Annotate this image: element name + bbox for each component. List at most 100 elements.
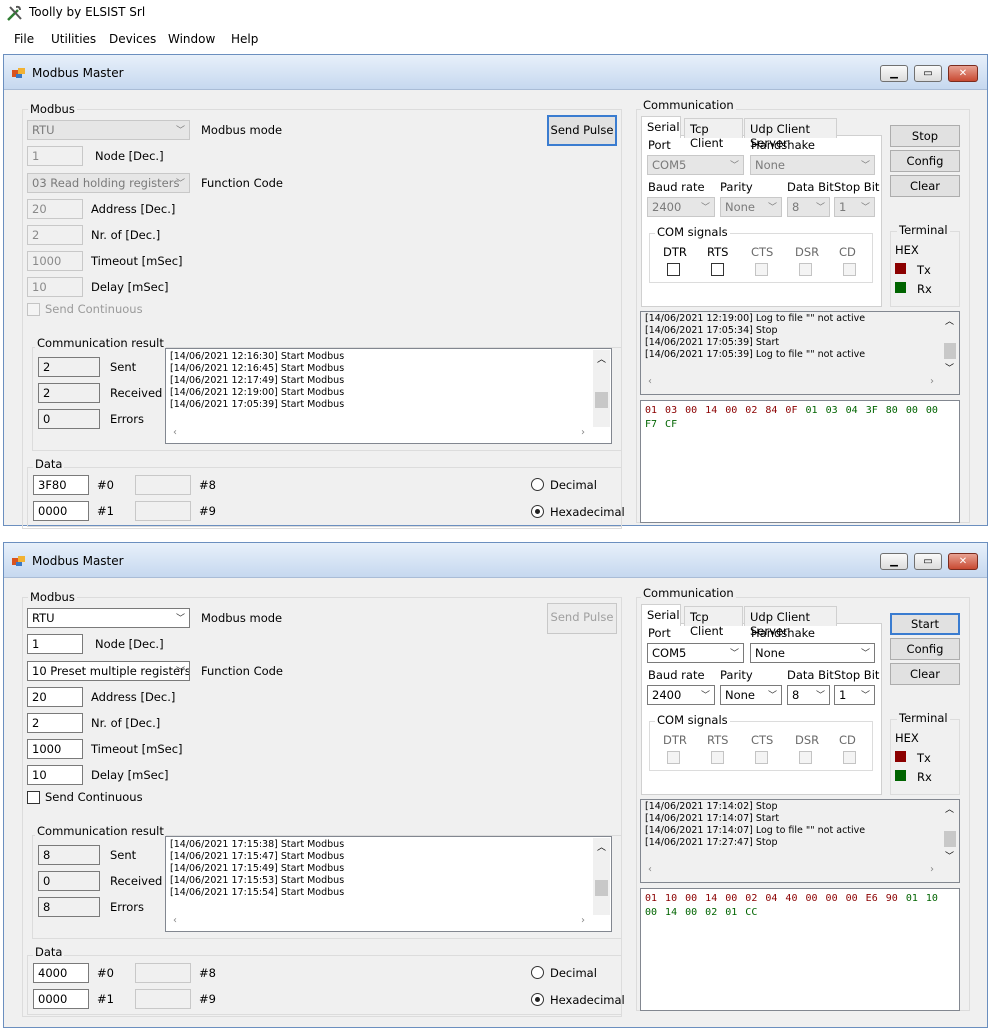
stopbit-select[interactable]: 1 ﹀ [834, 685, 875, 705]
signal-checkbox-dsr[interactable] [799, 751, 812, 764]
start-stop-button[interactable]: Start [890, 613, 960, 635]
minimize-button[interactable]: ▁ [880, 65, 908, 82]
comm-log-hscroll[interactable]: ‹ › [642, 863, 942, 879]
signal-checkbox-dsr[interactable] [799, 263, 812, 276]
maximize-button[interactable]: ▭ [914, 553, 942, 570]
tab-serial[interactable]: Serial [641, 116, 681, 138]
tab-udp-client-server[interactable]: Udp Client Server [744, 118, 837, 150]
delay-input[interactable]: 10 [27, 277, 83, 297]
send-pulse-button[interactable]: Send Pulse [547, 603, 617, 634]
menu-utilities[interactable]: Utilities [51, 32, 96, 46]
data-1-input[interactable]: 0000 [33, 989, 89, 1009]
baud-select[interactable]: 2400 ﹀ [647, 685, 715, 705]
config-button[interactable]: Config [890, 638, 960, 660]
send-continuous-checkbox[interactable] [27, 791, 40, 804]
tab-tcp-client[interactable]: Tcp Client [684, 606, 743, 638]
modbus-log-vscroll[interactable]: ︿ [593, 838, 610, 915]
hex-terminal[interactable]: 01 10 00 14 00 02 04 40 00 00 00 E6 90 0… [640, 888, 960, 1011]
scroll-thumb[interactable] [944, 831, 956, 847]
log-line: [14/06/2021 12:19:00] Log to file "" not… [645, 313, 866, 324]
signal-checkbox-rts[interactable] [711, 263, 724, 276]
close-button[interactable]: ✕ [948, 553, 978, 570]
function-code-select[interactable]: 03 Read holding registers ﹀ [27, 173, 190, 193]
timeout-input[interactable]: 1000 [27, 739, 83, 759]
comm-log-vscroll[interactable]: ︿ ﹀ [942, 313, 958, 375]
data-9-input[interactable] [135, 989, 191, 1009]
hexadecimal-radio[interactable] [531, 505, 544, 518]
signal-checkbox-cts[interactable] [755, 263, 768, 276]
menu-window[interactable]: Window [168, 32, 215, 46]
scroll-thumb[interactable] [595, 392, 608, 408]
send-pulse-button[interactable]: Send Pulse [547, 115, 617, 146]
port-select[interactable]: COM5 ﹀ [647, 643, 744, 663]
received-label: Received [110, 874, 163, 888]
nr-input[interactable]: 2 [27, 225, 83, 245]
clear-button[interactable]: Clear [890, 175, 960, 197]
modbus-mode-select[interactable]: RTU ﹀ [27, 120, 190, 140]
modbus-log-hscroll[interactable]: ‹ › [167, 427, 610, 442]
stopbit-select[interactable]: 1 ﹀ [834, 197, 875, 217]
parity-select[interactable]: None ﹀ [720, 197, 782, 217]
tab-serial[interactable]: Serial [641, 604, 681, 626]
config-button[interactable]: Config [890, 150, 960, 172]
nr-input[interactable]: 2 [27, 713, 83, 733]
start-stop-button[interactable]: Stop [890, 125, 960, 147]
comm-log-hscroll[interactable]: ‹ › [642, 375, 942, 391]
data-9-input[interactable] [135, 501, 191, 521]
tab-tcp-client[interactable]: Tcp Client [684, 118, 743, 150]
node-input[interactable]: 1 [27, 634, 83, 654]
scroll-down-icon: ﹀ [945, 364, 955, 374]
scroll-thumb[interactable] [944, 343, 956, 359]
menu-help[interactable]: Help [231, 32, 258, 46]
menu-file[interactable]: File [14, 32, 34, 46]
signal-checkbox-dtr[interactable] [667, 263, 680, 276]
scroll-left-icon: ‹ [173, 427, 177, 438]
scroll-thumb[interactable] [595, 880, 608, 896]
modbus-log-hscroll[interactable]: ‹ › [167, 915, 610, 930]
minimize-button[interactable]: ▁ [880, 553, 908, 570]
send-continuous-label: Send Continuous [45, 302, 143, 316]
delay-input[interactable]: 10 [27, 765, 83, 785]
hexadecimal-radio[interactable] [531, 993, 544, 1006]
data-1-input[interactable]: 0000 [33, 501, 89, 521]
data-8-input[interactable] [135, 475, 191, 495]
data-0-input[interactable]: 4000 [33, 963, 89, 983]
com-signals-label: COM signals [655, 713, 730, 727]
menu-devices[interactable]: Devices [109, 32, 156, 46]
maximize-button[interactable]: ▭ [914, 65, 942, 82]
window-app-icon [12, 556, 25, 566]
decimal-radio[interactable] [531, 478, 544, 491]
close-button[interactable]: ✕ [948, 65, 978, 82]
address-input[interactable]: 20 [27, 199, 83, 219]
address-input[interactable]: 20 [27, 687, 83, 707]
signal-checkbox-cd[interactable] [843, 263, 856, 276]
data-8-input[interactable] [135, 963, 191, 983]
tab-udp-client-server[interactable]: Udp Client Server [744, 606, 837, 638]
node-input[interactable]: 1 [27, 146, 83, 166]
modbus-log-vscroll[interactable]: ︿ [593, 350, 610, 427]
handshake-select[interactable]: None ﹀ [750, 643, 875, 663]
data-0-input[interactable]: 3F80 [33, 475, 89, 495]
scroll-up-icon: ︿ [597, 843, 607, 853]
timeout-input[interactable]: 1000 [27, 251, 83, 271]
baud-select[interactable]: 2400 ﹀ [647, 197, 715, 217]
signal-checkbox-cd[interactable] [843, 751, 856, 764]
send-continuous-checkbox[interactable] [27, 303, 40, 316]
port-select[interactable]: COM5 ﹀ [647, 155, 744, 175]
signal-checkbox-cts[interactable] [755, 751, 768, 764]
handshake-select[interactable]: None ﹀ [750, 155, 875, 175]
modbus-mode-label: Modbus mode [201, 611, 283, 625]
decimal-radio[interactable] [531, 966, 544, 979]
modbus-mode-select[interactable]: RTU ﹀ [27, 608, 190, 628]
comm-log-vscroll[interactable]: ︿ ﹀ [942, 801, 958, 863]
window-title: Modbus Master [32, 66, 124, 80]
databit-select[interactable]: 8 ﹀ [787, 685, 830, 705]
clear-button[interactable]: Clear [890, 663, 960, 685]
function-code-select[interactable]: 10 Preset multiple registers ﹀ [27, 661, 190, 681]
hex-terminal[interactable]: 01 03 00 14 00 02 84 0F 01 03 04 3F 80 0… [640, 400, 960, 523]
parity-select[interactable]: None ﹀ [720, 685, 782, 705]
signal-checkbox-dtr[interactable] [667, 751, 680, 764]
signal-checkbox-rts[interactable] [711, 751, 724, 764]
scroll-down-icon: ﹀ [945, 852, 955, 862]
databit-select[interactable]: 8 ﹀ [787, 197, 830, 217]
